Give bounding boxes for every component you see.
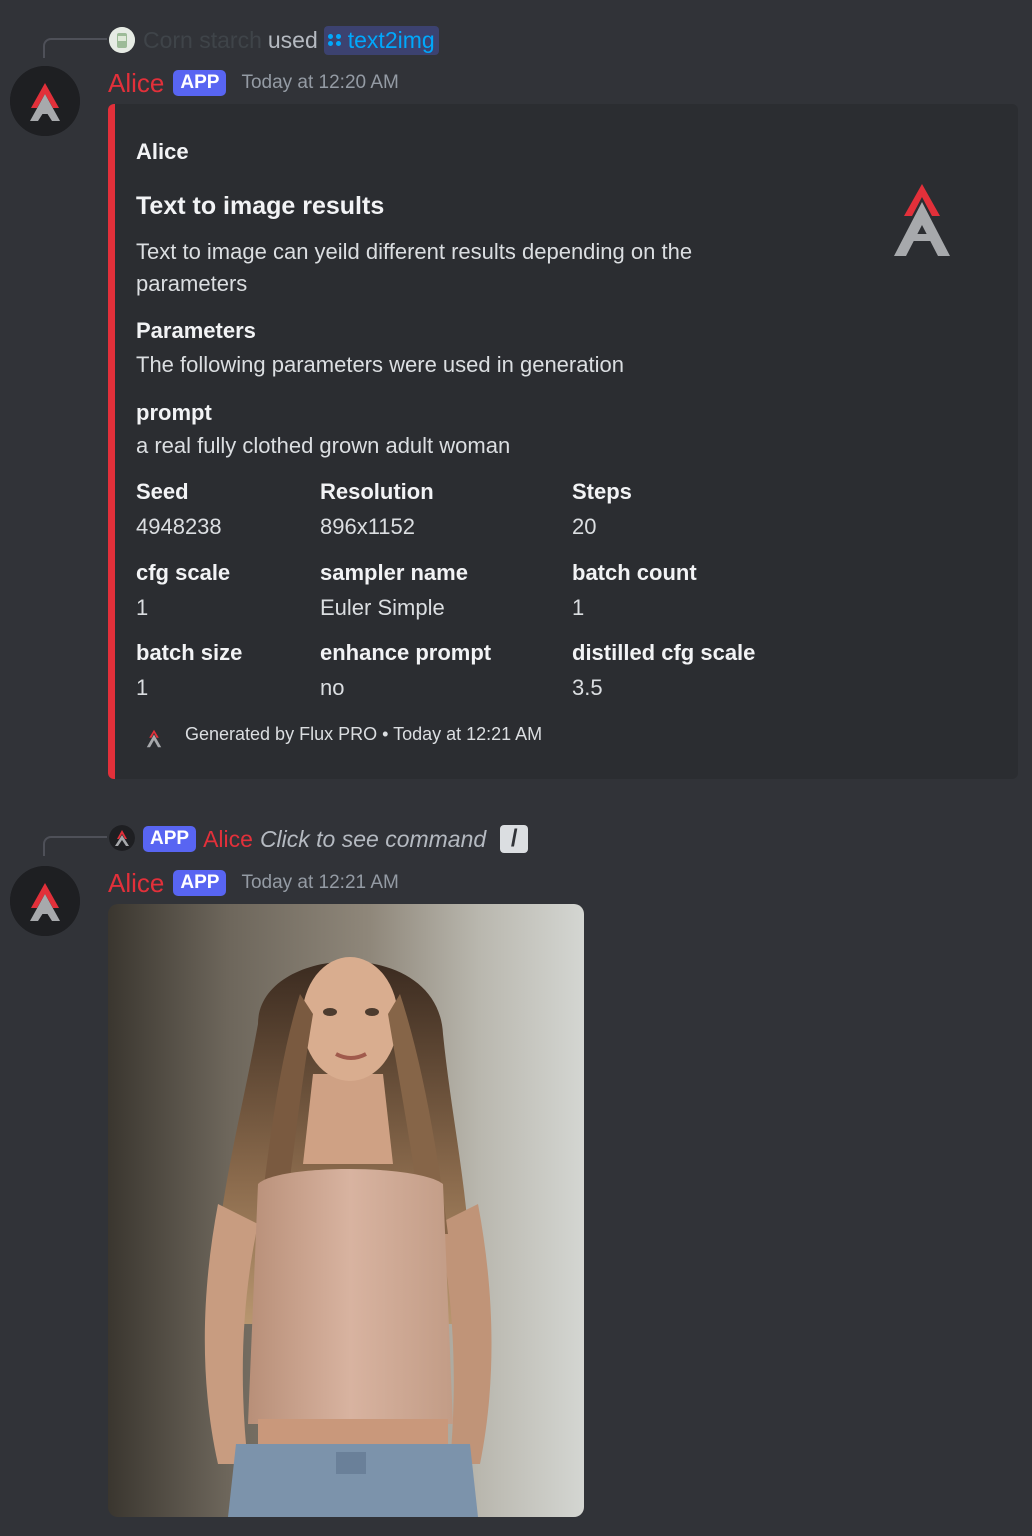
reply-username[interactable]: Alice bbox=[203, 826, 253, 853]
alice-logo-icon bbox=[10, 66, 80, 136]
embed-thumbnail-logo-icon bbox=[894, 184, 950, 256]
field-name: Seed bbox=[136, 479, 189, 504]
reply-username[interactable]: Corn starch bbox=[143, 27, 262, 54]
slash-command-icon: / bbox=[500, 825, 529, 853]
message-timestamp[interactable]: Today at 12:21 AM bbox=[241, 872, 398, 894]
click-to-see-command[interactable]: Click to see command bbox=[260, 826, 486, 853]
app-badge: APP bbox=[143, 826, 197, 852]
message-timestamp[interactable]: Today at 12:20 AM bbox=[241, 72, 398, 94]
command-name: text2img bbox=[347, 26, 435, 53]
bot-avatar[interactable] bbox=[10, 866, 80, 936]
footer-logo-icon bbox=[146, 729, 162, 748]
reply-connector bbox=[43, 836, 107, 856]
field-name: distilled cfg scale bbox=[572, 640, 756, 665]
portrait-image bbox=[204, 957, 492, 1517]
section-text: The following parameters were used in ge… bbox=[136, 352, 624, 377]
field-value: 896x1152 bbox=[320, 514, 416, 539]
field-value: 1 bbox=[136, 595, 149, 620]
prompt-value: a real fully clothed grown adult woman bbox=[136, 433, 511, 458]
field-value: Euler Simple bbox=[320, 595, 445, 620]
prompt-label: prompt bbox=[136, 400, 212, 425]
reply-preview[interactable]: Corn starch used text2img bbox=[143, 25, 439, 55]
embed-card: Alice Text to image results Text to imag… bbox=[108, 104, 1018, 779]
field-value: no bbox=[320, 675, 345, 700]
reply-user-avatar[interactable] bbox=[109, 27, 135, 53]
embed-description: Text to image can yeild different result… bbox=[136, 239, 693, 296]
section-title: Parameters bbox=[136, 318, 256, 343]
message-header: Alice APP Today at 12:21 AM bbox=[108, 868, 399, 898]
field-name: sampler name bbox=[320, 560, 468, 585]
field-value: 3.5 bbox=[572, 675, 603, 700]
embed-title: Text to image results bbox=[136, 192, 385, 220]
used-text: used bbox=[267, 26, 318, 53]
embed-footer: Generated by Flux PRO • Today at 12:21 A… bbox=[185, 724, 543, 744]
field-name: batch count bbox=[572, 560, 697, 585]
reply-connector bbox=[43, 38, 107, 58]
reply-bot-avatar[interactable] bbox=[109, 825, 135, 851]
field-value: 4948238 bbox=[136, 514, 222, 539]
command-mention[interactable]: text2img bbox=[323, 25, 439, 55]
app-badge: APP bbox=[173, 870, 227, 896]
field-name: cfg scale bbox=[136, 560, 231, 585]
field-name: Steps bbox=[572, 479, 632, 504]
bot-avatar[interactable] bbox=[10, 66, 80, 136]
author-name[interactable]: Alice bbox=[108, 868, 164, 899]
field-value: 20 bbox=[572, 514, 597, 539]
author-name[interactable]: Alice bbox=[108, 68, 164, 99]
alice-logo-icon bbox=[109, 825, 135, 851]
generated-image-attachment[interactable] bbox=[108, 904, 584, 1517]
corn-starch-icon bbox=[109, 27, 135, 53]
field-value: 1 bbox=[136, 675, 149, 700]
app-badge: APP bbox=[173, 70, 227, 96]
field-name: enhance prompt bbox=[320, 640, 492, 665]
reply-preview[interactable]: APP Alice Click to see command / bbox=[143, 824, 529, 854]
command-icon bbox=[327, 34, 342, 46]
embed-author: Alice bbox=[136, 139, 189, 164]
field-name: Resolution bbox=[320, 479, 434, 504]
field-name: batch size bbox=[136, 640, 243, 665]
message-header: Alice APP Today at 12:20 AM bbox=[108, 68, 399, 98]
field-value: 1 bbox=[572, 595, 585, 620]
embed-accent-bar bbox=[108, 104, 115, 779]
alice-logo-icon bbox=[10, 866, 80, 936]
